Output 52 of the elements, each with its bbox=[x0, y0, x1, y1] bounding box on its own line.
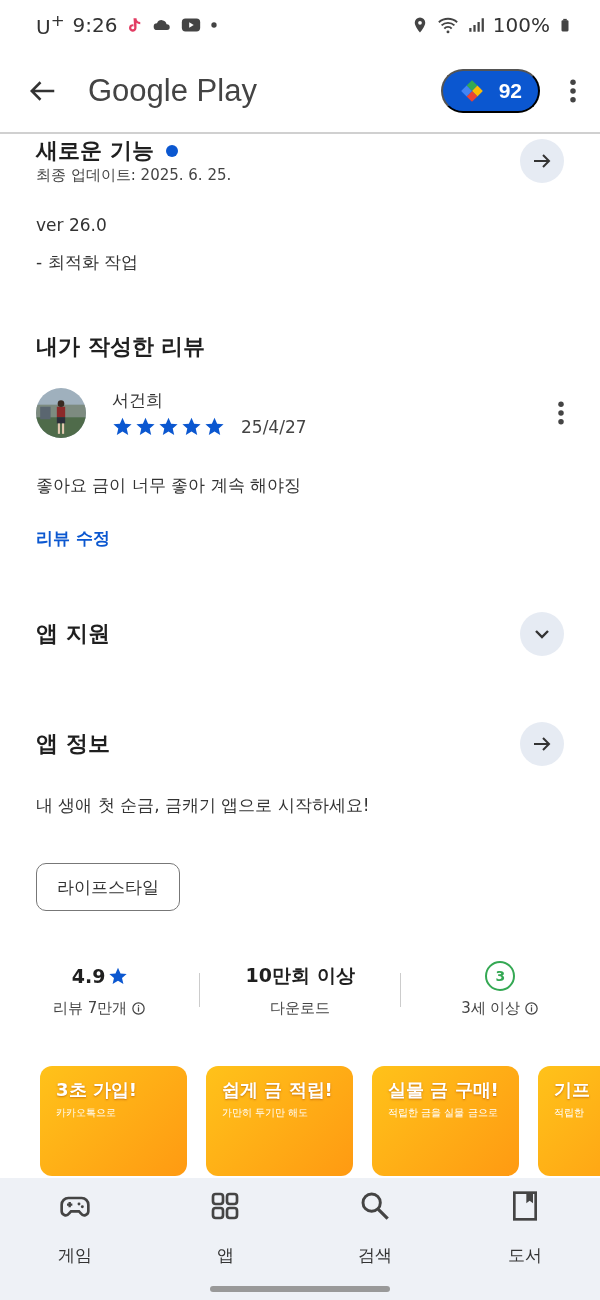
section-title: 새로운 기능 bbox=[36, 137, 154, 165]
screenshot-title: 실물 금 구매! bbox=[388, 1078, 499, 1102]
section-title: 앱 지원 bbox=[36, 620, 110, 648]
reviewer-name: 서건희 bbox=[112, 389, 164, 412]
screenshot-caption: 적립한 금을 실물 금으로 bbox=[388, 1106, 498, 1120]
screenshot-title: 3초 가입! bbox=[56, 1078, 137, 1102]
battery-percent: 100% bbox=[492, 13, 550, 37]
carrier-label: U$^{+}$ bbox=[36, 11, 65, 39]
nav-tab[interactable]: 도서 bbox=[450, 1190, 600, 1300]
star-icon bbox=[181, 416, 202, 437]
review-date: 25/4/27 bbox=[241, 416, 307, 437]
screenshot-title: 기프 bbox=[554, 1078, 590, 1102]
search-icon bbox=[359, 1190, 391, 1222]
star-icon bbox=[107, 966, 128, 986]
points-badge[interactable]: 92 bbox=[440, 69, 540, 113]
screenshot-title: 쉽게 금 적립! bbox=[222, 1078, 333, 1102]
screenshot-caption: 적립한 bbox=[554, 1106, 584, 1120]
star-icon bbox=[158, 416, 179, 437]
nav-tab[interactable]: 게임 bbox=[0, 1190, 150, 1300]
release-note: ver 26.0 bbox=[36, 215, 108, 235]
stat-label: 리뷰 7만개 bbox=[53, 999, 128, 1018]
age-rating-badge: 3 bbox=[485, 961, 516, 991]
more-button[interactable] bbox=[570, 79, 576, 103]
clock-time: 9:26 bbox=[72, 13, 118, 37]
update-date: 최종 업데이트: 2025. 6. 25. bbox=[36, 166, 232, 185]
stat-value: 10만회 이상 bbox=[245, 963, 355, 988]
more-icon bbox=[570, 79, 576, 103]
app-description: 내 생애 첫 순금, 금캐기 앱으로 시작하세요! bbox=[36, 794, 371, 817]
section-title: 내가 작성한 리뷰 bbox=[36, 333, 207, 361]
release-note: - 최적화 작업 bbox=[36, 251, 139, 274]
dot-icon bbox=[209, 21, 218, 29]
stat-label: 3세 이상 bbox=[461, 999, 521, 1018]
arrow-button[interactable] bbox=[520, 722, 564, 766]
rating-value: 4.9 bbox=[71, 965, 106, 987]
star-icon bbox=[204, 416, 225, 437]
star-icon bbox=[135, 416, 156, 437]
screenshot-caption: 가만히 두기만 해도 bbox=[222, 1106, 309, 1120]
edit-review-link[interactable]: 리뷰 수정 bbox=[36, 527, 110, 550]
stat-label: 다운로드 bbox=[270, 999, 330, 1018]
signal-icon bbox=[466, 16, 485, 34]
screenshot-caption: 카카오톡으로 bbox=[56, 1106, 116, 1120]
star-icon bbox=[112, 416, 133, 437]
app-title: Google Play bbox=[88, 73, 258, 109]
more-icon bbox=[558, 401, 564, 425]
nav-tab[interactable]: 검색 bbox=[300, 1190, 450, 1300]
grid-icon bbox=[209, 1190, 241, 1222]
category-chip[interactable]: 라이프스타일 bbox=[36, 863, 180, 911]
section-title: 앱 정보 bbox=[36, 730, 110, 758]
nav-tab[interactable]: 앱 bbox=[150, 1190, 300, 1300]
review-text: 좋아요 금이 너무 좋아 계속 해야징 bbox=[36, 474, 303, 497]
more-button[interactable] bbox=[558, 401, 564, 425]
arrow-button[interactable] bbox=[520, 138, 564, 183]
